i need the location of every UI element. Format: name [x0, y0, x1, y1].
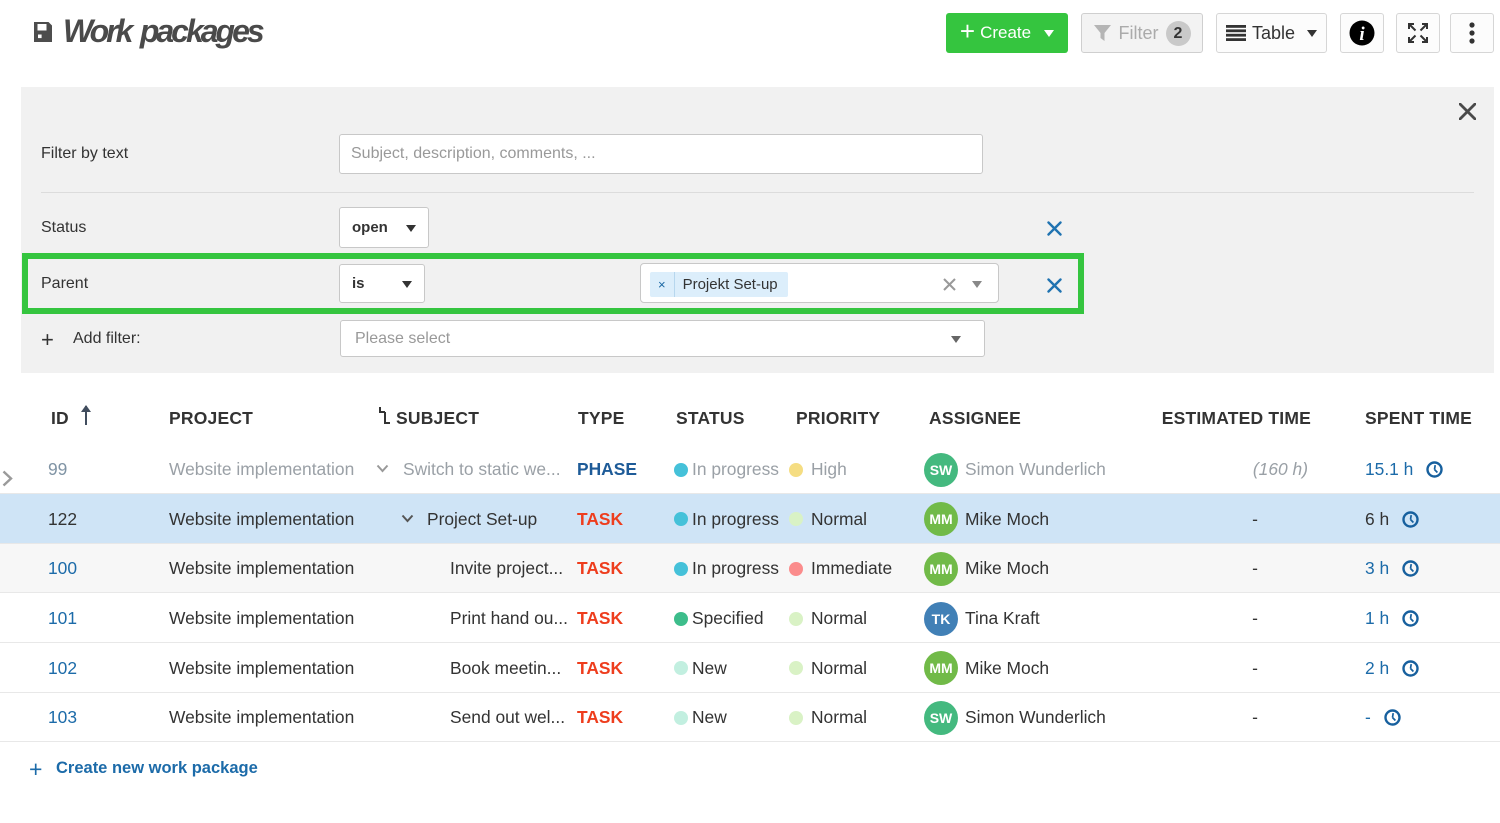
svg-text:i: i — [1359, 24, 1365, 45]
